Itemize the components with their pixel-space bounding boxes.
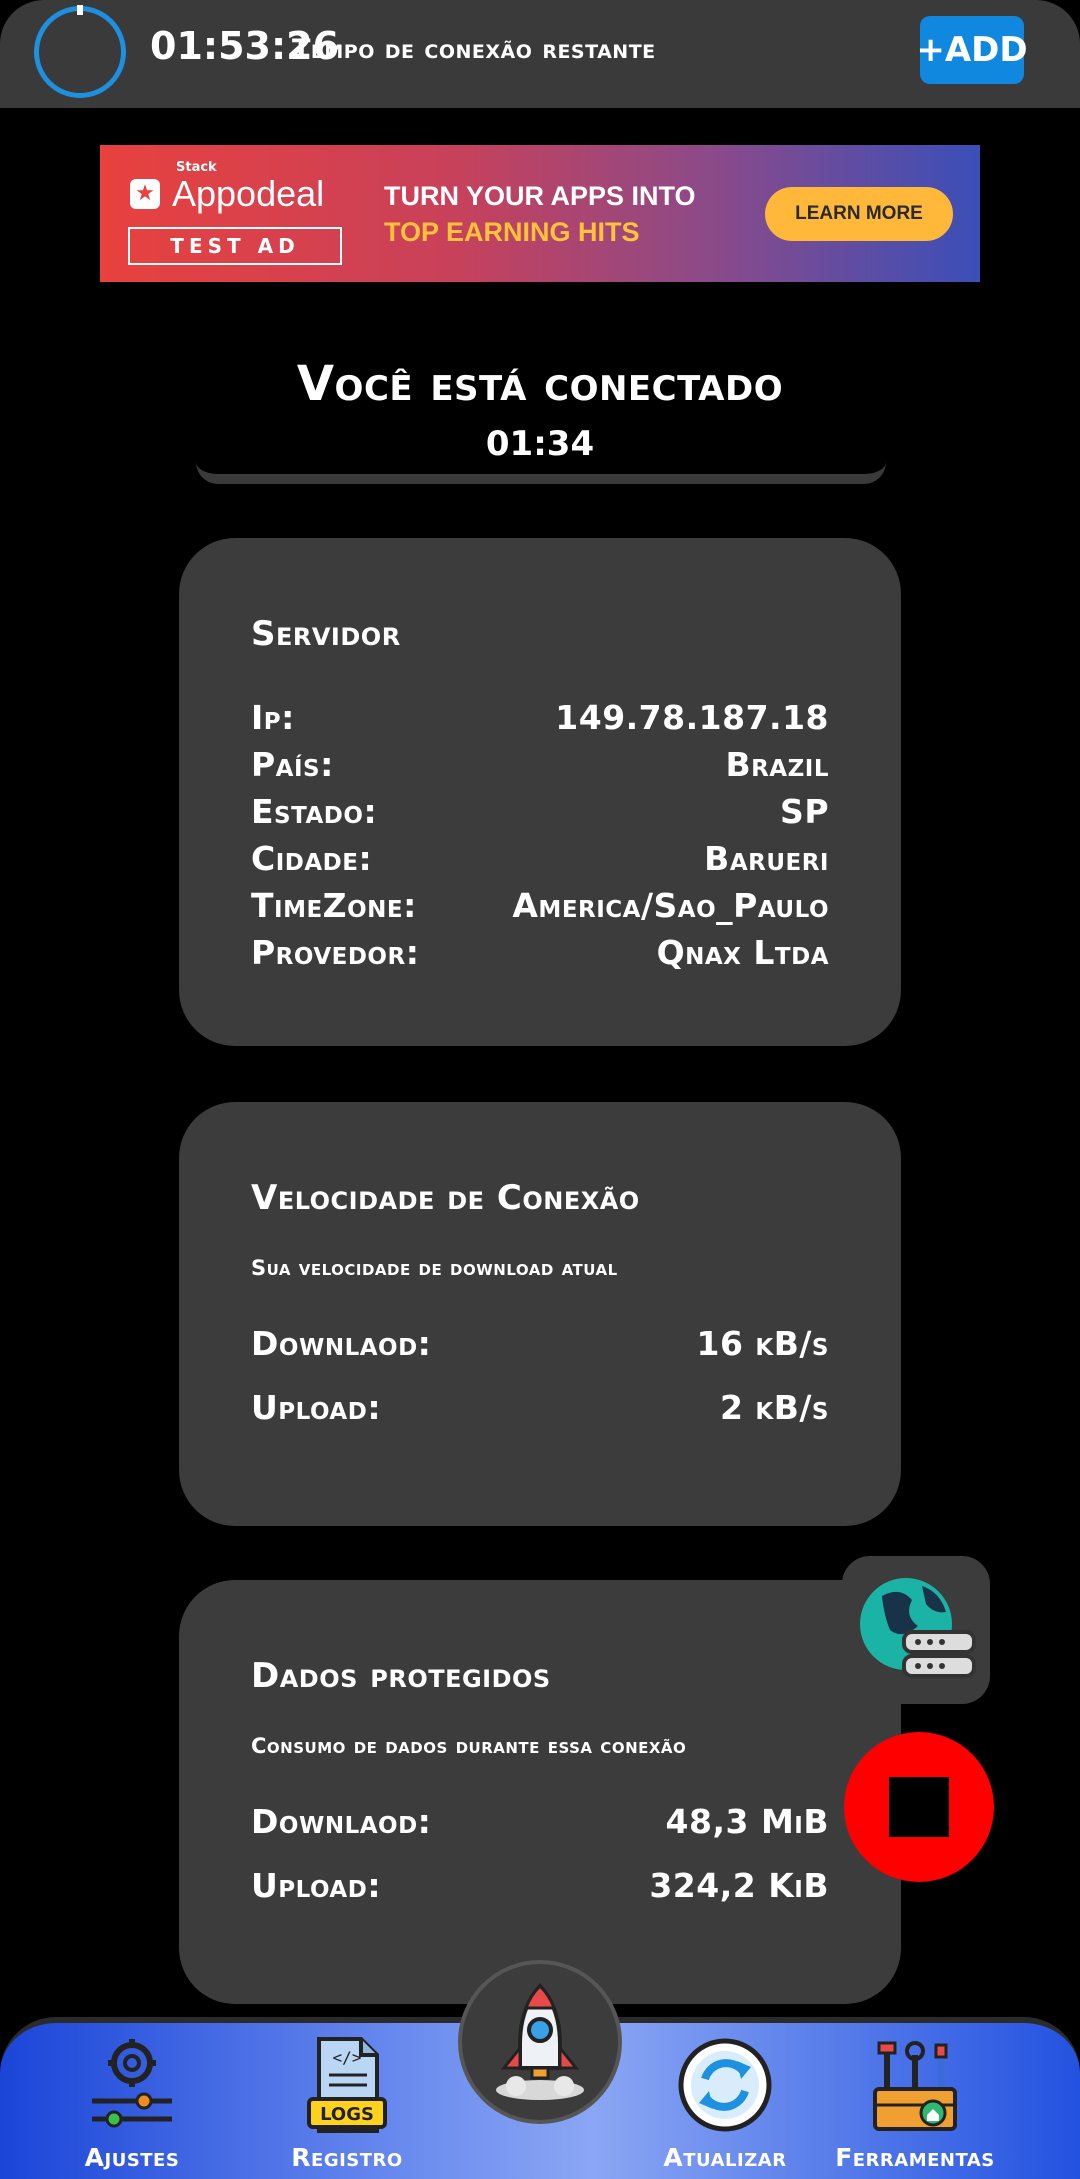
server-row-provider: Provedor: Qnax Ltda — [251, 933, 829, 972]
row-value: 2 kB/s — [719, 1388, 829, 1427]
divider-arc — [196, 462, 886, 484]
svg-text:</>: </> — [333, 2048, 362, 2067]
speed-card: Velocidade de Conexão Sua velocidade de … — [179, 1102, 901, 1526]
row-label: País: — [251, 745, 334, 784]
toolbox-icon — [873, 2041, 957, 2131]
timer-ring-icon — [34, 5, 126, 98]
nav-atualizar[interactable]: Atualizar — [640, 2031, 810, 2179]
row-label: Downlaod: — [251, 1324, 432, 1363]
ad-test-label: TEST AD — [128, 227, 342, 265]
data-row-upload: Upload: 324,2 KiB — [251, 1866, 829, 1905]
row-label: Downlaod: — [251, 1802, 432, 1841]
server-row-state: Estado: SP — [251, 792, 829, 831]
remaining-time-label: Tempo de conexão restante — [292, 34, 656, 65]
row-label: Upload: — [251, 1866, 382, 1905]
server-card-title: Servidor — [251, 614, 401, 654]
stop-connection-button[interactable] — [844, 1732, 994, 1882]
row-value: SP — [780, 792, 829, 831]
row-value: 324,2 KiB — [649, 1866, 829, 1905]
nav-ferramentas-label: Ferramentas — [835, 2143, 995, 2172]
ad-headline-2: TOP EARNING HITS — [384, 217, 640, 247]
appodeal-logo-icon: ★ — [130, 179, 160, 209]
nav-ajustes-label: Ajustes — [84, 2143, 180, 2172]
ad-learn-more-button[interactable]: LEARN MORE — [765, 187, 953, 241]
logs-document-icon: </> LOGS — [307, 2037, 387, 2133]
row-value: 149.78.187.18 — [555, 698, 829, 737]
data-usage-card-title: Dados protegidos — [251, 1656, 551, 1696]
nav-registro-label: Registro — [291, 2143, 403, 2172]
nav-ferramentas[interactable]: Ferramentas — [830, 2031, 1000, 2179]
row-label: Ip: — [251, 698, 295, 737]
rocket-icon — [496, 1983, 584, 2100]
row-value: 16 kB/s — [696, 1324, 829, 1363]
settings-sliders-icon — [92, 2039, 172, 2128]
speed-card-title: Velocidade de Conexão — [251, 1178, 640, 1218]
add-time-button[interactable]: +ADD — [916, 16, 1028, 84]
ad-banner[interactable]: Stack ★ Appodeal TEST AD TURN YOUR APPS … — [100, 145, 980, 282]
logs-badge-text: LOGS — [320, 2104, 374, 2125]
row-label: TimeZone: — [251, 886, 417, 925]
data-row-download: Downlaod: 48,3 MiB — [251, 1802, 829, 1841]
speed-row-upload: Upload: 2 kB/s — [251, 1388, 829, 1427]
server-row-ip: Ip: 149.78.187.18 — [251, 698, 829, 737]
globe-server-icon — [860, 1578, 976, 1678]
data-usage-card: Dados protegidos Consumo de dados durant… — [179, 1580, 901, 2004]
server-row-timezone: TimeZone: America/Sao_Paulo — [251, 886, 829, 925]
row-value: 48,3 MiB — [665, 1802, 829, 1841]
row-value: America/Sao_Paulo — [512, 886, 829, 925]
connection-status-title: Você está conectado — [296, 356, 784, 412]
speed-card-subtitle: Sua velocidade de download atual — [251, 1256, 618, 1280]
row-value: Brazil — [725, 745, 829, 784]
nav-registro[interactable]: </> LOGS Registro — [262, 2031, 432, 2179]
row-label: Estado: — [251, 792, 378, 831]
nav-atualizar-label: Atualizar — [663, 2143, 787, 2172]
connection-elapsed-time: 01:34 — [485, 424, 595, 464]
refresh-icon — [678, 2038, 772, 2132]
ad-headline-1: TURN YOUR APPS INTO — [384, 181, 696, 211]
connect-rocket-button[interactable] — [458, 1960, 622, 2124]
server-row-country: País: Brazil — [251, 745, 829, 784]
top-bar: 01:53:26 Tempo de conexão restante +ADD — [0, 0, 1080, 108]
row-value: Qnax Ltda — [656, 933, 829, 972]
row-label: Cidade: — [251, 839, 373, 878]
row-value: Barueri — [704, 839, 829, 878]
server-row-city: Cidade: Barueri — [251, 839, 829, 878]
nav-ajustes[interactable]: Ajustes — [47, 2031, 217, 2179]
row-label: Provedor: — [251, 933, 420, 972]
data-usage-card-subtitle: Consumo de dados durante essa conexão — [251, 1734, 687, 1758]
server-select-button[interactable] — [842, 1556, 990, 1704]
row-label: Upload: — [251, 1388, 382, 1427]
speed-row-download: Downlaod: 16 kB/s — [251, 1324, 829, 1363]
server-card: Servidor Ip: 149.78.187.18 País: Brazil … — [179, 538, 901, 1046]
ad-brand: Appodeal — [172, 173, 325, 214]
